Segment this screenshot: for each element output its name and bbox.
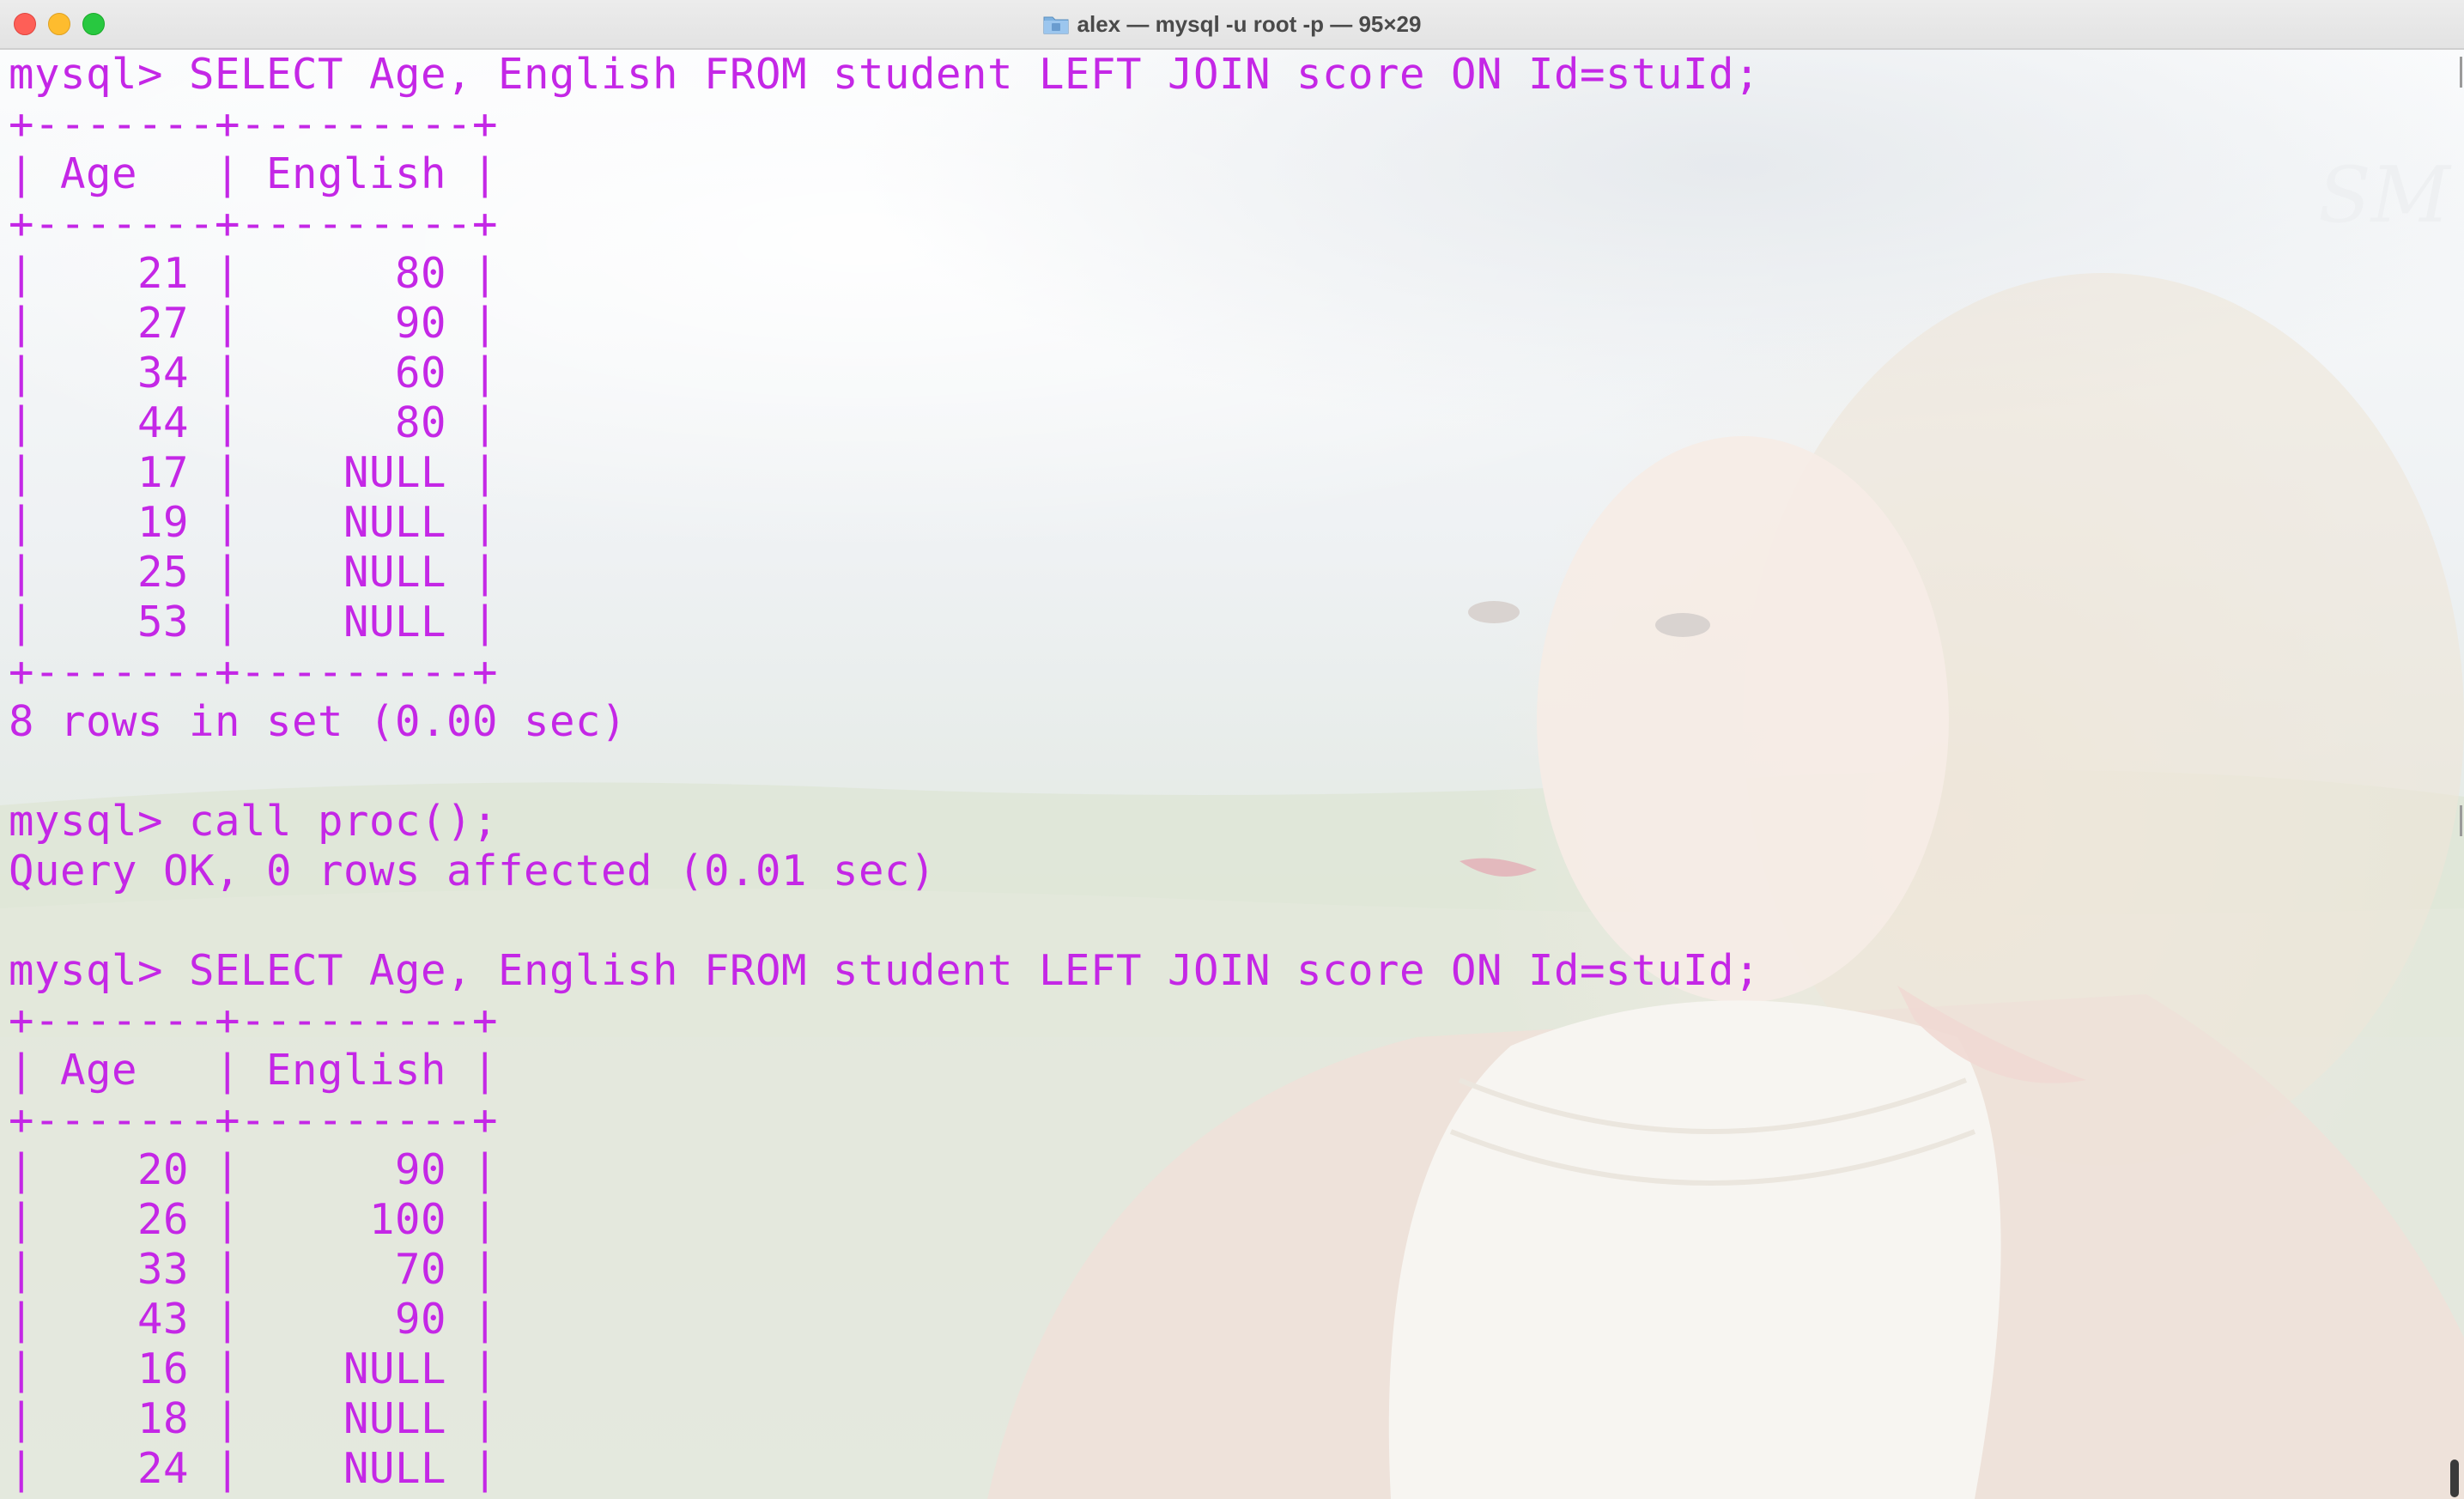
title-bar[interactable]: alex — mysql -u root -p — 95×29 [0,0,2464,50]
terminal-line: | 34 | 60 | [9,349,499,398]
terminal-content[interactable]: SM mysql> SELECT Age, English FROM stude… [0,50,2464,1499]
terminal-line: +-------+---------+ [9,647,499,696]
window-title: alex — mysql -u root -p — 95×29 [1077,10,1422,37]
scroll-mark [2460,805,2462,836]
terminal-line: | Age | English | [9,149,499,198]
terminal-line: | Age | English | [9,1046,499,1095]
terminal-line: | 27 | 90 | [9,299,499,348]
terminal-line: mysql> SELECT Age, English FROM student … [9,50,1761,99]
terminal-line: | 43 | 90 | [9,1295,499,1344]
terminal-line: 8 rows in set (0.00 sec) [9,697,628,746]
svg-text:SM: SM [2318,150,2452,240]
terminal-output[interactable]: mysql> SELECT Age, English FROM student … [9,50,1760,1494]
terminal-line: | 25 | NULL | [9,548,499,597]
terminal-line: mysql> call proc(); [9,797,499,846]
scrollbar-thumb[interactable] [2450,1460,2459,1497]
terminal-line: | 19 | NULL | [9,498,499,547]
terminal-line: | 16 | NULL | [9,1344,499,1393]
terminal-window: alex — mysql -u root -p — 95×29 SM mysql… [0,0,2464,1499]
terminal-line: +-------+---------+ [9,199,499,248]
terminal-line: | 44 | 80 | [9,398,499,447]
folder-icon [1043,16,1069,34]
title-wrap: alex — mysql -u root -p — 95×29 [0,0,2464,48]
terminal-line: | 24 | NULL | [9,1444,499,1493]
terminal-line: +-------+---------+ [9,1095,499,1144]
terminal-line: | 20 | 90 | [9,1145,499,1194]
terminal-line: | 26 | 100 | [9,1195,499,1244]
terminal-line: | 33 | 70 | [9,1245,499,1294]
terminal-line: | 18 | NULL | [9,1394,499,1443]
terminal-line: +-------+---------+ [9,996,499,1045]
terminal-line: +-------+---------+ [9,100,499,149]
terminal-line: mysql> SELECT Age, English FROM student … [9,946,1761,995]
scroll-mark [2460,57,2462,88]
terminal-line: | 17 | NULL | [9,448,499,497]
terminal-line: | 53 | NULL | [9,598,499,646]
terminal-line: Query OK, 0 rows affected (0.01 sec) [9,847,937,895]
terminal-line: | 21 | 80 | [9,249,499,298]
